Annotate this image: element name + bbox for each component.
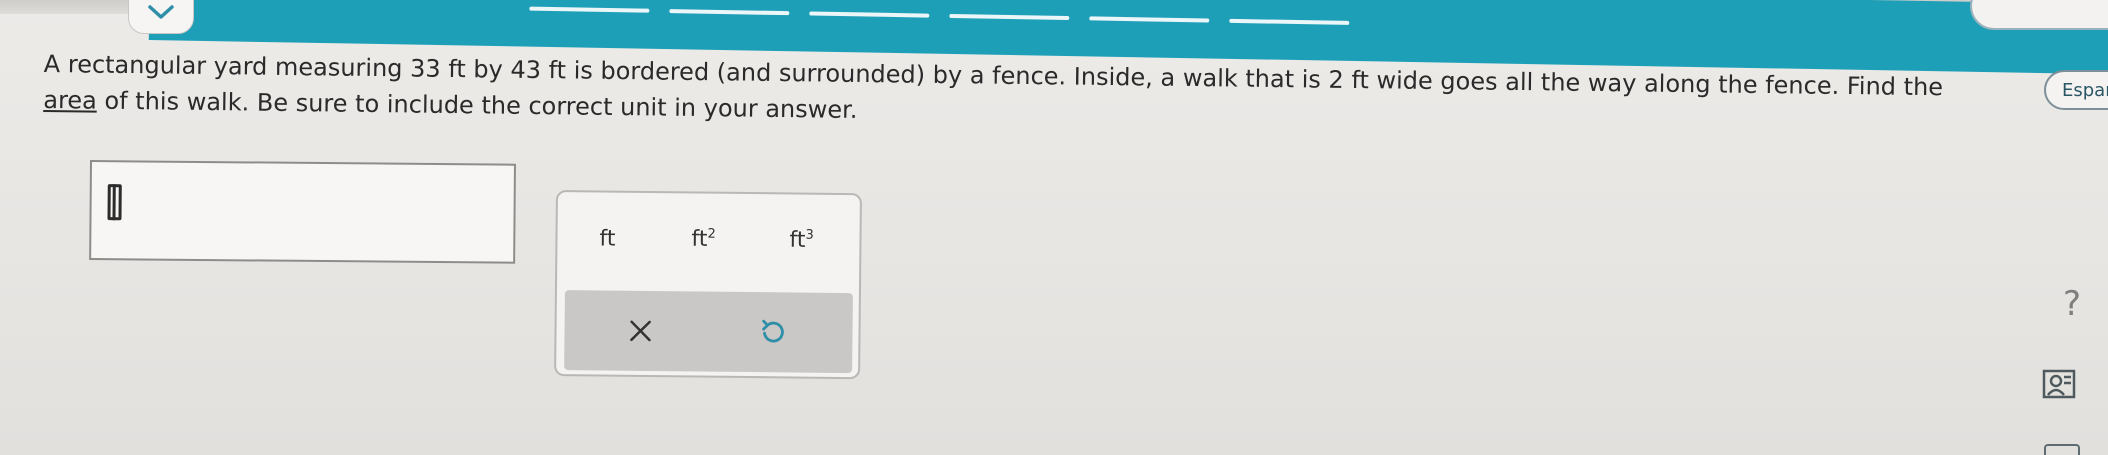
text-cursor-icon: [107, 184, 122, 221]
progress-segment: [949, 13, 1070, 21]
unit-ft3-button[interactable]: ft3: [789, 220, 814, 260]
reader-icon[interactable]: [2042, 368, 2078, 402]
top-right-pill-button[interactable]: [1970, 0, 2108, 30]
unit-ft-button[interactable]: ft: [599, 218, 615, 258]
answer-input[interactable]: [89, 160, 516, 264]
language-toggle-button[interactable]: Españ: [2044, 70, 2108, 110]
unit-ft2-label: ft: [691, 227, 708, 253]
question-line-2-text: of this walk. Be sure to include the cor…: [96, 86, 858, 124]
collapse-toggle-button[interactable]: [128, 0, 194, 34]
toolbar-icon[interactable]: [2044, 444, 2080, 455]
progress-segment: [809, 11, 930, 18]
undo-button[interactable]: [750, 310, 794, 354]
progress-segment: [529, 6, 650, 13]
clear-button[interactable]: [618, 309, 662, 353]
area-definition-link[interactable]: area: [43, 86, 97, 115]
unit-palette: ft ft2 ft3: [554, 190, 862, 380]
undo-icon: [762, 319, 784, 343]
unit-ft2-exponent: 2: [707, 226, 716, 243]
chevron-down-icon: [148, 5, 174, 19]
page: A rectangular yard measuring 33 ft by 43…: [0, 0, 2108, 455]
progress-segment: [669, 9, 790, 16]
close-icon: [630, 320, 651, 342]
unit-ft-label: ft: [599, 225, 616, 252]
progress-segment: [1229, 18, 1350, 25]
unit-ft3-label: ft: [789, 228, 806, 254]
help-icon[interactable]: ?: [2052, 280, 2092, 328]
progress-segment: [1089, 16, 1210, 23]
unit-ft2-button[interactable]: ft2: [691, 219, 716, 259]
palette-footer: [564, 290, 853, 374]
unit-ft3-exponent: 3: [805, 227, 814, 244]
